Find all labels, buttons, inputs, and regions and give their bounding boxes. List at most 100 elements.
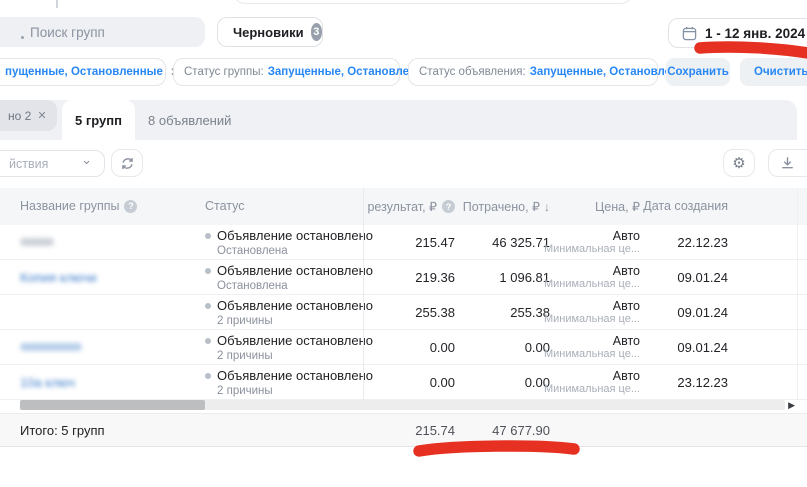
price-strategy: Минимальная це... xyxy=(544,278,640,290)
created-date: 23.12.23 xyxy=(677,375,728,390)
footer-scroll-viewport: 215.74 47 677.90 xyxy=(363,414,807,448)
price-strategy: Минимальная це... xyxy=(544,313,640,325)
chevron-down-icon: ⌄ xyxy=(81,152,92,168)
cropped-element-fragment xyxy=(233,0,633,4)
price-cell: Авто Минимальная це... xyxy=(544,229,640,255)
price-strategy: Минимальная це... xyxy=(544,348,640,360)
status-subtext: Остановлена xyxy=(217,245,373,257)
tab-selection-chip[interactable]: но 2 ✕ xyxy=(0,100,57,131)
row-scroll-viewport: 219.36 1 096.81 Авто Минимальная це... 0… xyxy=(363,260,807,294)
column-header-status[interactable]: Статус xyxy=(205,199,245,213)
date-range-label: 1 - 12 янв. 2024 xyxy=(705,26,805,41)
clear-filters-button[interactable]: Очистить xyxy=(740,58,807,86)
cost-per-result-value: 0.00 xyxy=(430,340,455,355)
redacted-name xyxy=(20,238,54,246)
date-range-picker[interactable]: 1 - 12 янв. 2024 xyxy=(668,18,807,48)
status-dot-icon xyxy=(205,303,211,309)
table-row[interactable]: Объявление остановлено 2 причины 0.00 0.… xyxy=(0,330,807,365)
ads-manager-screen: Поиск групп Черновики 3 1 - 12 янв. 2024… xyxy=(0,0,807,487)
status-text: Объявление остановлено xyxy=(217,263,373,278)
status-dot-icon xyxy=(205,268,211,274)
column-header-cost-per-result[interactable]: на за результат, ₽ ? xyxy=(363,199,455,214)
redacted-name xyxy=(20,343,82,351)
status-cell: Объявление остановлено Остановлена xyxy=(205,228,373,257)
column-divider xyxy=(797,188,798,400)
total-cost-per-result: 215.74 xyxy=(415,423,455,438)
status-subtext: 2 причины xyxy=(217,315,373,327)
save-filters-button[interactable]: Сохранить xyxy=(666,58,730,86)
help-icon[interactable]: ? xyxy=(442,200,455,213)
status-text: Объявление остановлено xyxy=(217,368,373,383)
tab-strip: но 2 ✕ 5 групп 8 объявлений xyxy=(0,100,797,140)
table-row[interactable]: 10а ключ Объявление остановлено 2 причин… xyxy=(0,365,807,400)
row-scroll-viewport: 0.00 0.00 Авто Минимальная це... 23.12.2… xyxy=(363,365,807,399)
created-date: 09.01.24 xyxy=(677,340,728,355)
table-row[interactable]: Объявление остановлено 2 причины 255.38 … xyxy=(0,295,807,330)
refresh-button[interactable] xyxy=(111,149,143,177)
group-name-cell[interactable]: Копия ключи xyxy=(20,269,97,287)
cropped-element-fragment xyxy=(56,0,58,8)
price-cell: Авто Минимальная це... xyxy=(544,299,640,325)
scrollbar-track[interactable] xyxy=(20,400,785,410)
row-scroll-viewport: 0.00 0.00 Авто Минимальная це... 09.01.2… xyxy=(363,330,807,364)
refresh-icon xyxy=(120,156,135,171)
group-name-link[interactable]: Копия ключи xyxy=(20,270,97,285)
price-cell: Авто Минимальная це... xyxy=(544,264,640,290)
table-row[interactable]: Объявление остановлено Остановлена 215.4… xyxy=(0,225,807,260)
search-input[interactable]: Поиск групп xyxy=(0,17,205,47)
status-cell: Объявление остановлено 2 причины xyxy=(205,298,373,327)
drafts-count-badge: 3 xyxy=(311,23,322,41)
status-subtext: Остановлена xyxy=(217,280,373,292)
table-row[interactable]: Копия ключи Объявление остановлено Остан… xyxy=(0,260,807,295)
close-icon[interactable]: ✕ xyxy=(37,109,46,122)
column-divider xyxy=(363,188,364,400)
status-dot-icon xyxy=(205,338,211,344)
group-name-cell[interactable] xyxy=(20,339,82,351)
status-text: Объявление остановлено xyxy=(217,298,373,313)
price-mode: Авто xyxy=(544,334,640,348)
cost-per-result-value: 0.00 xyxy=(430,375,455,390)
status-subtext: 2 причины xyxy=(217,350,373,362)
export-button[interactable] xyxy=(768,149,807,177)
filter-chip-group-status[interactable]: Статус группы: Запущенные, Остановленные… xyxy=(173,58,400,86)
group-name-link[interactable]: 10а ключ xyxy=(20,375,75,390)
group-name-cell[interactable] xyxy=(20,234,54,246)
table-header: Название группы ? Статус на за результат… xyxy=(0,188,807,225)
search-placeholder: Поиск групп xyxy=(30,25,105,40)
filter-chip-ad-status[interactable]: Статус объявления: Запущенные, Остановле… xyxy=(408,58,658,86)
table-toolbar: йствия ⌄ ⚙ xyxy=(0,140,807,188)
created-date: 09.01.24 xyxy=(677,270,728,285)
totals-label: Итого: 5 групп xyxy=(20,423,105,438)
tab-groups[interactable]: 5 групп xyxy=(62,100,135,140)
download-icon xyxy=(780,156,795,171)
settings-button[interactable]: ⚙ xyxy=(723,149,755,177)
created-date: 09.01.24 xyxy=(677,305,728,320)
row-scroll-viewport: 215.47 46 325.71 Авто Минимальная це... … xyxy=(363,225,807,259)
cost-per-result-value: 255.38 xyxy=(415,305,455,320)
totals-row: Итого: 5 групп 215.74 47 677.90 xyxy=(0,413,807,447)
tab-ads[interactable]: 8 объявлений xyxy=(148,100,231,140)
sort-desc-icon: ↓ xyxy=(544,200,550,214)
price-mode: Авто xyxy=(544,229,640,243)
filter-chip-status[interactable]: пущенные, Остановленные ✕ xyxy=(0,58,166,86)
status-dot-icon xyxy=(205,233,211,239)
calendar-icon xyxy=(682,26,697,41)
cost-per-result-value: 215.47 xyxy=(415,235,455,250)
column-header-spent[interactable]: Потрачено, ₽ ↓ xyxy=(463,199,550,214)
column-header-created[interactable]: Дата создания xyxy=(643,199,728,213)
status-dot-icon xyxy=(205,373,211,379)
created-date: 22.12.23 xyxy=(677,235,728,250)
price-mode: Авто xyxy=(544,264,640,278)
scrollbar-thumb[interactable] xyxy=(20,400,205,410)
drafts-button[interactable]: Черновики 3 xyxy=(217,17,323,47)
table-body: Объявление остановлено Остановлена 215.4… xyxy=(0,225,807,400)
price-mode: Авто xyxy=(544,299,640,313)
column-header-name[interactable]: Название группы ? xyxy=(20,199,137,213)
group-name-cell[interactable]: 10а ключ xyxy=(20,374,75,392)
search-icon xyxy=(21,36,24,39)
gear-icon: ⚙ xyxy=(732,154,745,172)
help-icon[interactable]: ? xyxy=(124,200,137,213)
column-header-price[interactable]: Цена, ₽ xyxy=(595,199,640,214)
scroll-right-arrow-icon[interactable]: ▶ xyxy=(788,400,795,411)
actions-select[interactable]: йствия ⌄ xyxy=(0,150,105,177)
